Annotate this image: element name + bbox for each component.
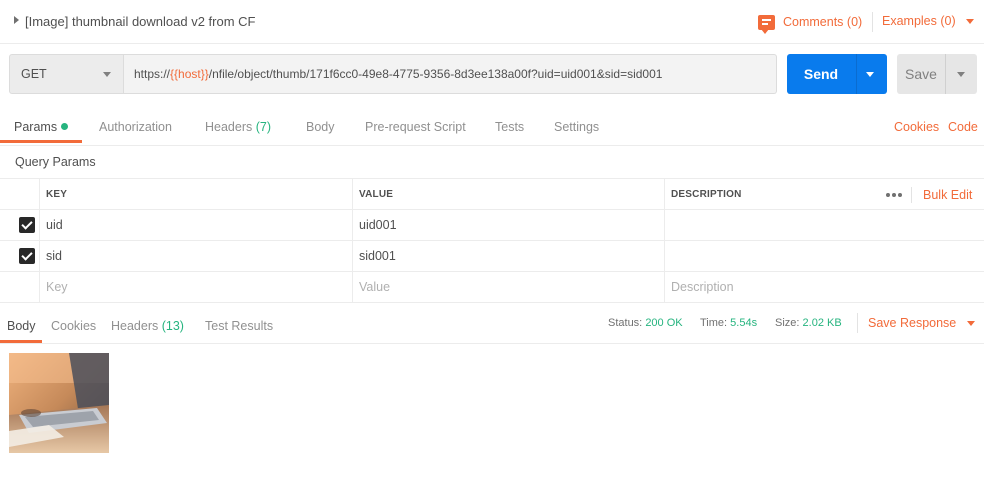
examples-dropdown[interactable]: Examples (0) bbox=[882, 14, 974, 28]
chevron-down-icon bbox=[967, 320, 976, 326]
active-dot-icon bbox=[61, 123, 69, 130]
column-header-key: KEY bbox=[46, 188, 68, 200]
cookies-link[interactable]: Cookies bbox=[894, 120, 939, 134]
active-response-tab-indicator bbox=[0, 340, 42, 343]
comments-button[interactable]: Comments (0) bbox=[758, 12, 863, 34]
more-options-icon[interactable] bbox=[886, 193, 902, 197]
time-label: Time: bbox=[700, 317, 728, 329]
tab-pre-request-script[interactable]: Pre-request Script bbox=[365, 120, 466, 134]
divider bbox=[945, 54, 946, 94]
param-value-field[interactable]: sid001 bbox=[352, 241, 396, 271]
tab-settings[interactable]: Settings bbox=[554, 120, 599, 134]
tab-headers[interactable]: Headers (7) bbox=[205, 120, 271, 134]
save-response-dropdown[interactable]: Save Response bbox=[868, 316, 976, 330]
code-link[interactable]: Code bbox=[948, 120, 978, 134]
query-params-heading: Query Params bbox=[15, 155, 96, 169]
save-response-label: Save Response bbox=[868, 316, 957, 330]
param-value-field[interactable]: uid001 bbox=[352, 210, 397, 240]
examples-label: Examples (0) bbox=[882, 14, 956, 28]
new-value-input[interactable]: Value bbox=[352, 272, 390, 302]
tab-headers-label: Headers bbox=[205, 120, 253, 134]
size-label: Size: bbox=[775, 317, 800, 329]
time-info: Time: 5.54s bbox=[700, 317, 757, 329]
param-key-field[interactable]: uid bbox=[39, 210, 63, 240]
save-button[interactable]: Save bbox=[897, 54, 945, 94]
divider bbox=[857, 313, 858, 333]
response-tab-headers-label: Headers bbox=[111, 319, 159, 333]
param-description-field[interactable] bbox=[664, 241, 671, 271]
response-tab-headers[interactable]: Headers (13) bbox=[111, 319, 184, 333]
save-options-chevron-icon[interactable] bbox=[957, 72, 965, 77]
table-row: sid sid001 bbox=[0, 241, 984, 272]
column-header-value: VALUE bbox=[359, 188, 394, 200]
chevron-down-icon bbox=[965, 18, 974, 24]
comment-icon bbox=[758, 14, 775, 34]
table-row-new: Key Value Description bbox=[0, 272, 984, 303]
response-tab-test-results[interactable]: Test Results bbox=[205, 319, 273, 333]
comments-label: Comments (0) bbox=[783, 15, 863, 29]
laptop-photo-illustration bbox=[9, 353, 109, 453]
table-header-row: KEY VALUE DESCRIPTION Bulk Edit bbox=[0, 179, 984, 210]
headers-count: (7) bbox=[255, 120, 272, 134]
status-label: Status: bbox=[608, 317, 643, 329]
url-input[interactable]: https://{{host}}/nfile/object/thumb/171f… bbox=[124, 54, 777, 94]
param-enabled-checkbox[interactable] bbox=[19, 248, 35, 264]
status-info: Status: 200 OK bbox=[608, 317, 683, 329]
save-button-group: Save bbox=[897, 54, 977, 94]
divider bbox=[911, 187, 912, 203]
divider bbox=[856, 54, 857, 94]
param-key-field[interactable]: sid bbox=[39, 241, 62, 271]
query-params-table: KEY VALUE DESCRIPTION Bulk Edit uid uid0… bbox=[0, 178, 984, 303]
param-description-field[interactable] bbox=[664, 210, 671, 240]
send-button[interactable]: Send bbox=[787, 54, 855, 94]
chevron-down-icon bbox=[103, 72, 111, 77]
param-enabled-checkbox[interactable] bbox=[19, 217, 35, 233]
table-row: uid uid001 bbox=[0, 210, 984, 241]
request-title[interactable]: [Image] thumbnail download v2 from CF bbox=[25, 14, 256, 29]
bulk-edit-link[interactable]: Bulk Edit bbox=[923, 188, 972, 202]
collapse-caret-icon[interactable] bbox=[14, 16, 19, 24]
method-select[interactable]: GET bbox=[9, 54, 124, 94]
send-button-group: Send bbox=[787, 54, 887, 94]
method-label: GET bbox=[21, 67, 47, 81]
tab-authorization[interactable]: Authorization bbox=[99, 120, 172, 134]
tab-tests[interactable]: Tests bbox=[495, 120, 524, 134]
request-title-bar: [Image] thumbnail download v2 from CF Co… bbox=[0, 0, 984, 44]
url-variable: {{host}} bbox=[170, 67, 209, 81]
response-thumbnail-image bbox=[9, 353, 109, 453]
url-prefix: https:// bbox=[134, 67, 171, 81]
status-value: 200 OK bbox=[645, 317, 683, 329]
response-tabs: Body Cookies Headers (13) Test Results S… bbox=[0, 303, 984, 344]
request-tabs: Params Authorization Headers (7) Body Pr… bbox=[0, 104, 984, 146]
response-headers-count: (13) bbox=[161, 319, 184, 333]
new-description-input[interactable]: Description bbox=[664, 272, 734, 302]
response-tab-cookies[interactable]: Cookies bbox=[51, 319, 96, 333]
column-header-description: DESCRIPTION bbox=[671, 188, 742, 200]
size-info: Size: 2.02 KB bbox=[775, 317, 842, 329]
size-value: 2.02 KB bbox=[802, 317, 842, 329]
tab-body[interactable]: Body bbox=[306, 120, 335, 134]
active-tab-indicator bbox=[0, 140, 82, 143]
url-suffix: /nfile/object/thumb/171f6cc0-49e8-4775-9… bbox=[208, 67, 663, 81]
send-options-chevron-icon[interactable] bbox=[866, 72, 874, 77]
divider bbox=[872, 12, 873, 32]
new-key-input[interactable]: Key bbox=[39, 272, 68, 302]
tab-params[interactable]: Params bbox=[14, 120, 69, 134]
tab-params-label: Params bbox=[14, 120, 58, 134]
response-tab-body[interactable]: Body bbox=[7, 319, 36, 333]
time-value: 5.54s bbox=[730, 317, 758, 329]
